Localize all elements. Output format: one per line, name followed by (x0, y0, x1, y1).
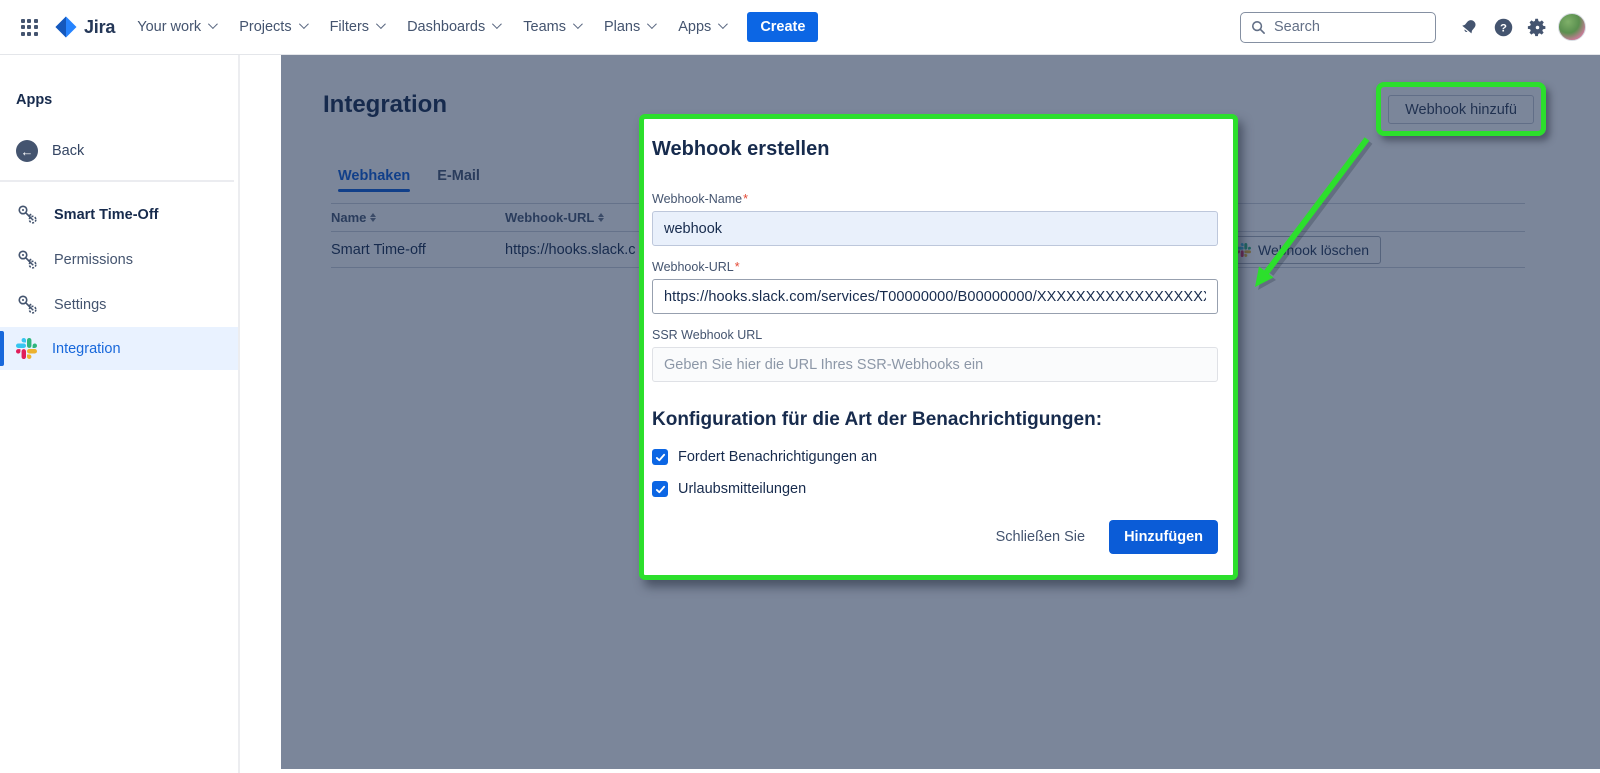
chevron-down-icon (573, 19, 583, 29)
sidebar-item-settings[interactable]: Settings (0, 282, 238, 327)
create-button[interactable]: Create (747, 12, 818, 42)
submit-button[interactable]: Hinzufügen (1109, 520, 1218, 554)
question-mark-icon: ? (1493, 17, 1514, 38)
slack-icon (16, 338, 37, 359)
chevron-down-icon (376, 19, 386, 29)
sidebar-divider (0, 180, 234, 182)
grid-icon (21, 19, 38, 36)
key-gear-icon (16, 248, 39, 271)
required-asterisk: * (743, 192, 748, 206)
notifications-button[interactable] (1452, 10, 1486, 44)
user-avatar[interactable] (1558, 13, 1586, 41)
back-arrow-icon: ← (16, 140, 38, 162)
bell-icon (1459, 17, 1479, 37)
modal-title: Webhook erstellen (652, 138, 1218, 161)
jira-app-screen: Jira Your work Projects Filters Dashboar… (0, 0, 1600, 773)
ssr-webhook-url-input[interactable] (652, 347, 1218, 382)
sidebar-item-permissions[interactable]: Permissions (0, 237, 238, 282)
key-gear-icon (16, 203, 39, 226)
settings-button[interactable] (1520, 10, 1554, 44)
chevron-down-icon (647, 19, 657, 29)
chevron-down-icon (492, 19, 502, 29)
notification-config-heading: Konfiguration für die Art der Benachrich… (652, 409, 1218, 431)
jira-logo-icon (54, 15, 78, 39)
modal-footer: Schließen Sie Hinzufügen (652, 520, 1218, 554)
webhook-url-input[interactable] (652, 279, 1218, 314)
chevron-down-icon (299, 19, 309, 29)
checkbox-checked-icon (652, 449, 668, 465)
app-switcher-button[interactable] (12, 10, 46, 44)
sidebar-back-button[interactable]: ← Back (0, 130, 238, 172)
help-button[interactable]: ? (1486, 10, 1520, 44)
nav-item-teams[interactable]: Teams (511, 11, 592, 43)
create-webhook-modal: Webhook erstellen Webhook-Name* Webhook-… (639, 114, 1238, 580)
search-icon (1251, 20, 1266, 35)
nav-item-apps[interactable]: Apps (666, 11, 737, 43)
chevron-down-icon (718, 19, 728, 29)
nav-item-dashboards[interactable]: Dashboards (395, 11, 511, 43)
chevron-down-icon (208, 19, 218, 29)
webhook-name-input[interactable] (652, 211, 1218, 246)
close-button[interactable]: Schließen Sie (996, 529, 1085, 545)
search-input[interactable]: Search (1240, 12, 1436, 43)
jira-wordmark: Jira (84, 17, 115, 38)
nav-item-plans[interactable]: Plans (592, 11, 666, 43)
sidebar-title: Apps (16, 92, 238, 108)
search-placeholder: Search (1274, 19, 1320, 35)
gear-icon (1527, 17, 1548, 38)
sidebar-item-smart-time-off[interactable]: Smart Time-Off (0, 192, 238, 237)
nav-item-filters[interactable]: Filters (318, 11, 395, 43)
nav-menu: Your work Projects Filters Dashboards Te… (125, 11, 737, 43)
webhook-name-label: Webhook-Name* (652, 192, 1218, 206)
required-asterisk: * (735, 260, 740, 274)
apps-sidebar: Apps ← Back Smart Time-Off (0, 55, 240, 773)
checkbox-vacation-notifications[interactable]: Urlaubsmitteilungen (652, 481, 1218, 497)
webhook-url-label: Webhook-URL* (652, 260, 1218, 274)
nav-item-projects[interactable]: Projects (227, 11, 317, 43)
jira-logo[interactable]: Jira (46, 15, 125, 39)
checkbox-checked-icon (652, 481, 668, 497)
ssr-webhook-url-label: SSR Webhook URL (652, 328, 1218, 342)
top-navigation-bar: Jira Your work Projects Filters Dashboar… (0, 0, 1600, 55)
sidebar-item-integration[interactable]: Integration (0, 327, 238, 370)
nav-item-your-work[interactable]: Your work (125, 11, 227, 43)
checkbox-request-notifications[interactable]: Fordert Benachrichtigungen an (652, 449, 1218, 465)
key-gear-icon (16, 293, 39, 316)
svg-text:?: ? (1500, 22, 1507, 34)
